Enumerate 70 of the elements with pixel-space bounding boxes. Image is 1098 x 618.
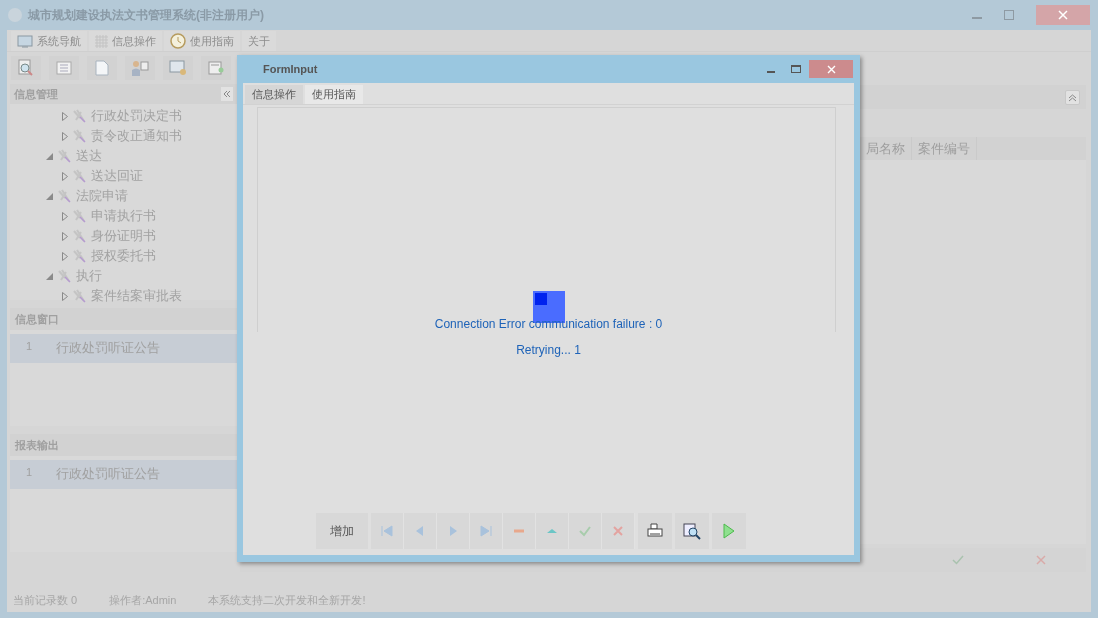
menu-item[interactable]: 系统导航: [11, 31, 87, 51]
add-button[interactable]: 增加: [316, 513, 368, 549]
tools-icon: [72, 289, 87, 303]
print-button[interactable]: [638, 513, 672, 549]
person-chart-icon: [131, 59, 149, 77]
close-button[interactable]: [1036, 5, 1090, 25]
tools-icon: [57, 149, 72, 163]
expanded-arrow-icon[interactable]: [46, 192, 53, 200]
close-icon: [826, 64, 836, 74]
list-icon: [56, 61, 72, 75]
tab[interactable]: 信息操作: [245, 85, 303, 104]
toolbar-button[interactable]: [11, 56, 41, 80]
check-icon[interactable]: [952, 555, 964, 565]
clock-icon: [170, 33, 186, 49]
collapsed-arrow-icon[interactable]: [62, 171, 68, 181]
status-message: Connection Error communication failure : 0: [434, 317, 663, 331]
tools-icon: [72, 169, 87, 183]
toolbar-button[interactable]: [503, 513, 536, 549]
toolbar-button[interactable]: [404, 513, 437, 549]
status-message: Retrying... 1: [516, 343, 581, 357]
toolbar-button[interactable]: [536, 513, 569, 549]
minimize-icon[interactable]: [767, 70, 775, 73]
monitor-icon: [17, 34, 33, 48]
collapsed-arrow-icon[interactable]: [62, 111, 68, 121]
toolbar-button[interactable]: [569, 513, 602, 549]
close-icon: [1058, 10, 1068, 20]
toolbar-button[interactable]: [371, 513, 404, 549]
form-icon: [208, 60, 224, 76]
tools-icon: [72, 129, 87, 143]
toolbar-button[interactable]: [87, 56, 117, 80]
play-icon: [723, 523, 735, 539]
maximize-icon[interactable]: [791, 65, 801, 73]
toolbar-button[interactable]: [470, 513, 503, 549]
collapsed-arrow-icon[interactable]: [62, 291, 68, 301]
print-preview-icon: [683, 522, 701, 540]
tools-icon: [72, 209, 87, 223]
restore-icon[interactable]: [1004, 10, 1014, 20]
collapse-up-icon[interactable]: [1065, 89, 1080, 105]
tools-icon: [72, 249, 87, 263]
collapsed-arrow-icon[interactable]: [62, 211, 68, 221]
search-icon: [18, 59, 34, 77]
tools-icon: [72, 109, 87, 123]
last-icon: [478, 523, 494, 539]
close-button[interactable]: [809, 60, 853, 78]
document-icon: [95, 60, 109, 76]
tools-icon: [57, 189, 72, 203]
toolbar-button[interactable]: [437, 513, 470, 549]
first-icon: [379, 523, 395, 539]
collapsed-arrow-icon[interactable]: [62, 131, 68, 141]
tools-icon: [57, 269, 72, 283]
menu-item[interactable]: 信息操作: [89, 31, 162, 51]
toolbar-button[interactable]: [125, 56, 155, 80]
expanded-arrow-icon[interactable]: [46, 152, 53, 160]
tools-icon: [72, 229, 87, 243]
collapse-left-icon[interactable]: [221, 87, 233, 101]
menu-item[interactable]: 关于: [242, 31, 276, 51]
expanded-arrow-icon[interactable]: [46, 272, 53, 280]
preview-button[interactable]: [675, 513, 709, 549]
close-icon[interactable]: [1036, 555, 1046, 565]
tab[interactable]: 使用指南: [305, 85, 363, 104]
window-icon: [169, 60, 187, 76]
collapsed-arrow-icon[interactable]: [62, 231, 68, 241]
toolbar-button[interactable]: [602, 513, 635, 549]
dialog-title: FormInput: [263, 61, 318, 77]
printer-icon: [647, 523, 663, 539]
toolbar-button[interactable]: [163, 56, 193, 80]
toolbar-button[interactable]: [201, 56, 231, 80]
toolbar-button[interactable]: [49, 56, 79, 80]
menu-item[interactable]: 使用指南: [164, 31, 240, 51]
collapsed-arrow-icon[interactable]: [62, 251, 68, 261]
